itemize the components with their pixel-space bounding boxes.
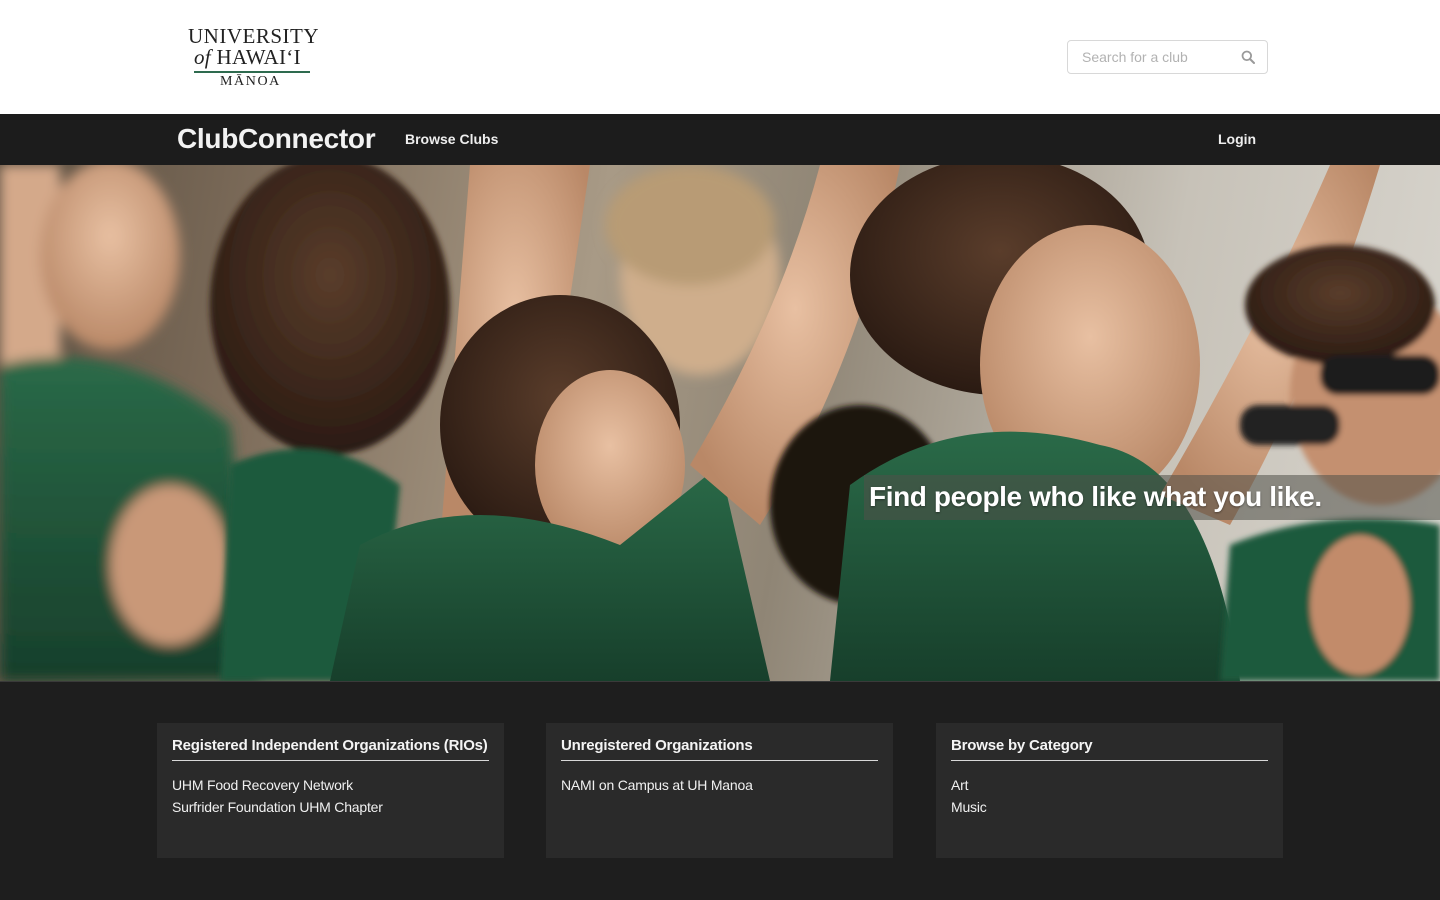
bottom-section: Registered Independent Organizations (RI… xyxy=(0,681,1440,900)
club-list: UHM Food Recovery Network Surfrider Foun… xyxy=(172,774,489,818)
hero-photo xyxy=(0,165,1440,681)
panel-title[interactable]: Browse by Category xyxy=(951,737,1268,761)
club-link[interactable]: NAMI on Campus at UH Manoa xyxy=(561,774,878,796)
category-link[interactable]: Music xyxy=(951,796,1268,818)
panel-categories: Browse by Category Art Music xyxy=(936,723,1283,858)
panel-rios: Registered Independent Organizations (RI… xyxy=(157,723,504,858)
nav-browse-clubs[interactable]: Browse Clubs xyxy=(405,131,498,147)
panel-title[interactable]: Registered Independent Organizations (RI… xyxy=(172,737,489,761)
club-list: NAMI on Campus at UH Manoa xyxy=(561,774,878,796)
logo-line-manoa: MĀNOA xyxy=(220,74,281,89)
brand-logo[interactable]: ClubConnector xyxy=(177,123,376,155)
search-input[interactable] xyxy=(1068,41,1233,73)
search-icon[interactable] xyxy=(1241,50,1255,64)
logo-line-hawaii: of HAWAI‘I xyxy=(194,45,301,70)
navbar: ClubConnector Browse Clubs Login xyxy=(0,114,1440,165)
logo-hawaii: HAWAI‘I xyxy=(216,45,301,69)
logo-of: of xyxy=(194,45,211,69)
hero-banner: Find people who like what you like. xyxy=(0,165,1440,681)
university-logo[interactable]: UNIVERSITY of HAWAI‘I MĀNOA xyxy=(188,24,319,92)
category-list: Art Music xyxy=(951,774,1268,818)
club-link[interactable]: Surfrider Foundation UHM Chapter xyxy=(172,796,489,818)
club-link[interactable]: UHM Food Recovery Network xyxy=(172,774,489,796)
club-search xyxy=(1067,40,1268,74)
top-header: UNIVERSITY of HAWAI‘I MĀNOA xyxy=(0,0,1440,114)
nav-login[interactable]: Login xyxy=(1218,131,1256,147)
category-link[interactable]: Art xyxy=(951,774,1268,796)
hero-tagline: Find people who like what you like. xyxy=(869,481,1322,512)
panel-unregistered: Unregistered Organizations NAMI on Campu… xyxy=(546,723,893,858)
logo-rule xyxy=(194,71,310,73)
panel-title[interactable]: Unregistered Organizations xyxy=(561,737,878,761)
